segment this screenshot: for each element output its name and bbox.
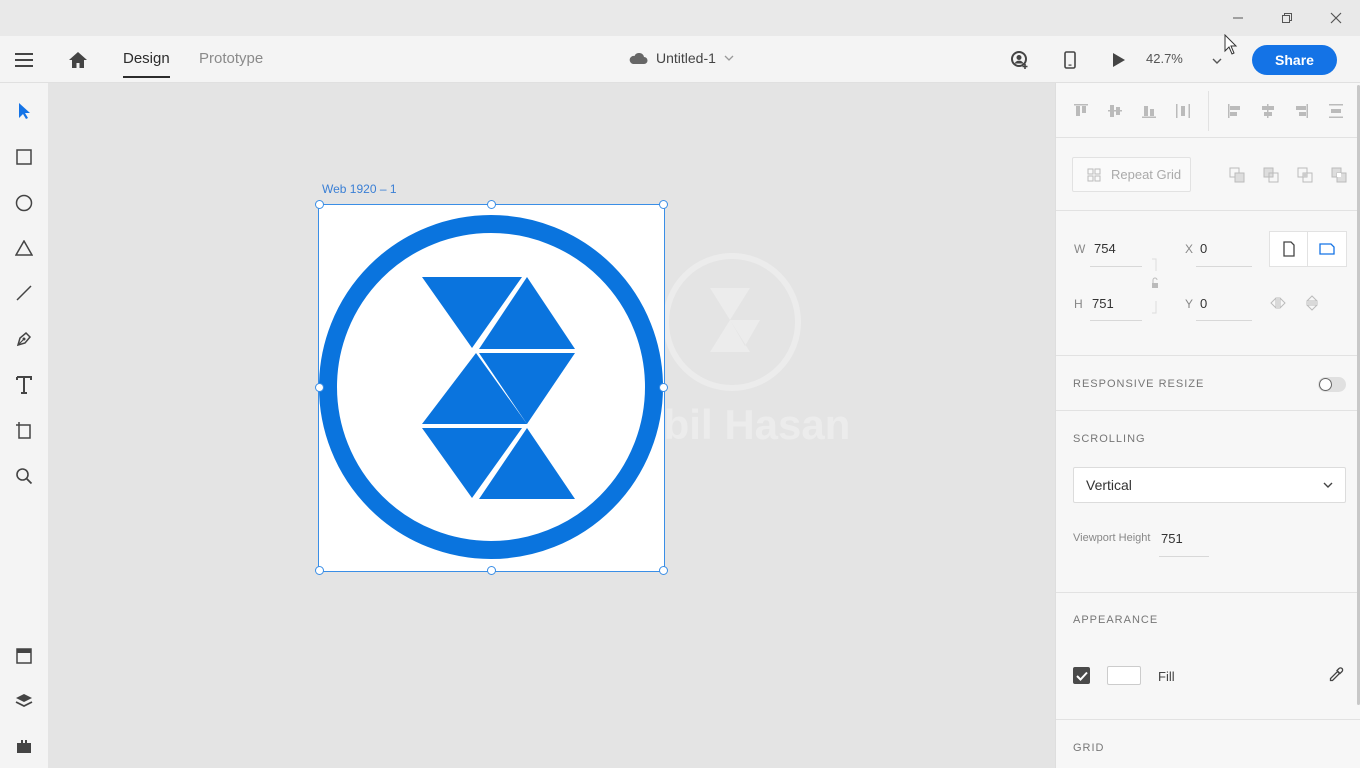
mouse-cursor-icon xyxy=(1224,34,1238,55)
appearance-section: APPEARANCE Fill xyxy=(1056,593,1360,720)
grid-section: GRID xyxy=(1056,720,1360,768)
repeat-grid-label: Repeat Grid xyxy=(1111,167,1182,182)
y-input[interactable]: 0 xyxy=(1200,296,1207,311)
boolean-subtract-icon[interactable] xyxy=(1262,166,1280,184)
align-section xyxy=(1056,83,1360,138)
align-center-icon[interactable] xyxy=(1259,102,1277,120)
align-top-icon[interactable] xyxy=(1072,102,1090,120)
logo-graphic[interactable] xyxy=(319,205,664,571)
chevron-down-icon xyxy=(724,55,734,61)
chevron-down-icon xyxy=(1323,482,1333,488)
watermark-text: bbil Hasan xyxy=(638,401,851,448)
appearance-label: APPEARANCE xyxy=(1073,614,1159,626)
repeat-grid-section: Repeat Grid xyxy=(1056,138,1360,211)
artboard-label[interactable]: Web 1920 – 1 xyxy=(322,182,397,196)
document-assets-icon[interactable] xyxy=(12,644,36,668)
line-tool-icon[interactable] xyxy=(12,281,36,305)
cloud-icon xyxy=(629,52,648,64)
plugins-icon[interactable] xyxy=(12,734,36,758)
text-tool-icon[interactable] xyxy=(12,373,36,397)
hamburger-menu-icon[interactable] xyxy=(12,48,36,72)
landscape-icon[interactable] xyxy=(1308,232,1346,266)
width-input[interactable]: 754 xyxy=(1094,241,1116,256)
orientation-toggle xyxy=(1269,231,1347,267)
boolean-add-icon[interactable] xyxy=(1228,166,1246,184)
app-header: Design Prototype Untitled-1 42.7% Share xyxy=(0,36,1360,83)
resize-handle-bottom-left[interactable] xyxy=(315,566,324,575)
zoom-level[interactable]: 42.7% xyxy=(1146,51,1183,66)
tools-sidebar xyxy=(0,83,48,768)
fill-color-swatch[interactable] xyxy=(1107,666,1141,685)
window-titlebar xyxy=(0,0,1360,36)
width-label: W xyxy=(1074,242,1086,256)
watermark-logo xyxy=(663,253,801,391)
fill-checkbox[interactable] xyxy=(1073,667,1090,684)
lock-aspect-icon[interactable] xyxy=(1148,258,1162,314)
minimize-icon[interactable] xyxy=(1228,8,1248,28)
responsive-resize-toggle[interactable] xyxy=(1318,377,1346,392)
x-input[interactable]: 0 xyxy=(1200,241,1207,256)
eyedropper-icon[interactable] xyxy=(1327,666,1345,684)
ellipse-tool-icon[interactable] xyxy=(12,191,36,215)
align-right-icon[interactable] xyxy=(1292,102,1310,120)
resize-handle-bottom-right[interactable] xyxy=(659,566,668,575)
resize-handle-right[interactable] xyxy=(659,383,668,392)
repeat-grid-button[interactable]: Repeat Grid xyxy=(1072,157,1191,192)
share-button[interactable]: Share xyxy=(1252,45,1337,75)
align-left-icon[interactable] xyxy=(1226,102,1244,120)
polygon-tool-icon[interactable] xyxy=(12,236,36,260)
resize-handle-left[interactable] xyxy=(315,383,324,392)
property-inspector: Repeat Grid W 754 H 751 X 0 Y 0 RESPONSI… xyxy=(1055,83,1360,768)
grid-label: GRID xyxy=(1073,742,1105,754)
artboard-web-1920-1[interactable] xyxy=(318,204,665,572)
boolean-exclude-icon[interactable] xyxy=(1330,166,1348,184)
close-icon[interactable] xyxy=(1326,8,1346,28)
scrolling-label: SCROLLING xyxy=(1073,433,1146,445)
align-middle-icon[interactable] xyxy=(1106,102,1124,120)
resize-handle-top[interactable] xyxy=(487,200,496,209)
home-icon[interactable] xyxy=(66,48,90,72)
resize-handle-top-right[interactable] xyxy=(659,200,668,209)
distribute-horizontal-icon[interactable] xyxy=(1174,102,1192,120)
fill-label: Fill xyxy=(1158,669,1175,684)
flip-vertical-icon[interactable] xyxy=(1304,295,1320,311)
resize-handle-bottom[interactable] xyxy=(487,566,496,575)
height-label: H xyxy=(1074,297,1083,311)
pen-tool-icon[interactable] xyxy=(12,327,36,351)
portrait-icon[interactable] xyxy=(1270,232,1308,266)
play-preview-icon[interactable] xyxy=(1107,48,1131,72)
boolean-intersect-icon[interactable] xyxy=(1296,166,1314,184)
align-bottom-icon[interactable] xyxy=(1140,102,1158,120)
rectangle-tool-icon[interactable] xyxy=(12,145,36,169)
scrolling-select[interactable]: Vertical xyxy=(1073,467,1346,503)
distribute-vertical-icon[interactable] xyxy=(1327,102,1345,120)
artboard-tool-icon[interactable] xyxy=(12,418,36,442)
viewport-height-input[interactable]: 751 xyxy=(1161,531,1183,546)
layers-icon[interactable] xyxy=(12,689,36,713)
mobile-preview-icon[interactable] xyxy=(1058,48,1082,72)
x-label: X xyxy=(1185,242,1194,256)
y-label: Y xyxy=(1185,297,1194,311)
zoom-tool-icon[interactable] xyxy=(12,464,36,488)
flip-horizontal-icon[interactable] xyxy=(1270,295,1286,311)
scrolling-value: Vertical xyxy=(1086,477,1132,493)
document-title-dropdown[interactable]: Untitled-1 xyxy=(628,50,734,66)
document-title: Untitled-1 xyxy=(656,50,716,66)
responsive-resize-section: RESPONSIVE RESIZE xyxy=(1056,356,1360,411)
restore-icon[interactable] xyxy=(1277,8,1297,28)
zoom-chevron-down-icon[interactable] xyxy=(1210,54,1224,68)
resize-handle-top-left[interactable] xyxy=(315,200,324,209)
responsive-resize-label: RESPONSIVE RESIZE xyxy=(1073,378,1205,390)
tab-design[interactable]: Design xyxy=(123,50,170,78)
invite-user-icon[interactable] xyxy=(1008,48,1032,72)
viewport-height-label: Viewport Height xyxy=(1073,532,1151,544)
repeat-grid-icon xyxy=(1087,168,1101,181)
select-tool-icon[interactable] xyxy=(12,99,36,123)
height-input[interactable]: 751 xyxy=(1092,296,1114,311)
scrolling-section: SCROLLING Vertical Viewport Height 751 xyxy=(1056,411,1360,593)
transform-section: W 754 H 751 X 0 Y 0 xyxy=(1056,211,1360,356)
tab-prototype[interactable]: Prototype xyxy=(199,50,263,67)
